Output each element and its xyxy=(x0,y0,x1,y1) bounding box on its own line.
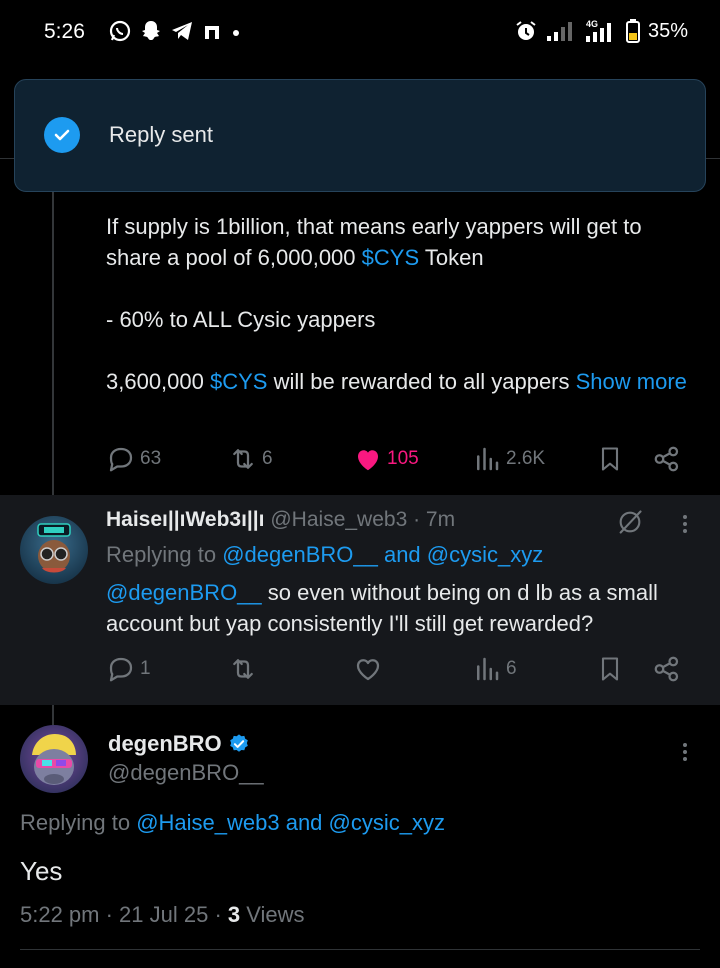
show-more-link[interactable]: Show more xyxy=(576,369,687,394)
reply-button[interactable]: 63 xyxy=(106,444,161,474)
check-circle-icon xyxy=(44,117,80,153)
user-handle[interactable]: @degenBRO__ xyxy=(108,760,264,786)
like-button[interactable]: 105 xyxy=(353,444,419,474)
avatar-image xyxy=(37,523,71,573)
telegram-icon xyxy=(172,22,192,40)
repost-button[interactable] xyxy=(228,654,258,684)
bookmark-icon xyxy=(601,447,619,471)
avatar[interactable] xyxy=(20,516,88,584)
app-n-icon xyxy=(205,26,219,39)
more-notifications-dot xyxy=(233,30,239,36)
parent-paragraph-3: 3,600,000 $CYS will be rewarded to all y… xyxy=(106,369,687,394)
main-author[interactable]: degenBRO xyxy=(108,731,250,757)
reply-icon xyxy=(109,657,133,682)
verified-badge-icon xyxy=(229,734,248,752)
reply-sent-toast[interactable]: Reply sent xyxy=(14,79,706,192)
more-options-icon[interactable] xyxy=(683,512,689,536)
bookmark-button[interactable] xyxy=(596,444,624,474)
parent-action-bar: 63 6 105 2.6K xyxy=(106,444,696,480)
views-button[interactable]: 6 xyxy=(472,654,517,684)
bookmark-icon xyxy=(601,657,619,681)
reply-icon xyxy=(109,447,133,472)
bookmark-button[interactable] xyxy=(596,654,624,684)
views-label: Views xyxy=(240,902,305,927)
whatsapp-icon xyxy=(109,20,131,42)
parent-paragraph-1: If supply is 1billion, that means early … xyxy=(106,214,642,270)
thread-line-top xyxy=(52,192,54,496)
avatar[interactable] xyxy=(20,725,88,793)
tweet-time: · 7m xyxy=(413,508,456,531)
grok-icon[interactable] xyxy=(616,508,644,536)
cashtag-link[interactable]: $CYS xyxy=(362,245,419,270)
alarm-icon xyxy=(516,21,536,40)
analytics-icon xyxy=(477,657,499,681)
views-button[interactable]: 2.6K xyxy=(472,444,545,474)
reply-button[interactable]: 1 xyxy=(106,654,151,684)
toast-message: Reply sent xyxy=(109,122,213,147)
share-button[interactable] xyxy=(652,654,682,684)
battery-percent: 35% xyxy=(647,19,688,42)
signal-4g-icon: 4G xyxy=(585,19,611,42)
mention-link[interactable]: @degenBRO__ xyxy=(106,580,262,605)
user-handle[interactable]: @Haise_web3 xyxy=(270,508,407,531)
parent-paragraph-2: - 60% to ALL Cysic yappers xyxy=(106,307,376,332)
share-button[interactable] xyxy=(652,444,682,474)
like-count: 105 xyxy=(387,448,419,469)
analytics-icon xyxy=(477,447,499,471)
views-count: 2.6K xyxy=(506,448,546,469)
repost-icon xyxy=(233,449,253,469)
system-icons: 4G 35% xyxy=(514,19,688,43)
heart-filled-icon xyxy=(358,450,378,471)
notification-icons xyxy=(108,19,242,43)
signal-icon-1 xyxy=(546,22,572,41)
replying-to-line: Replying to @degenBRO__ and @cysic_xyz xyxy=(106,542,544,567)
reply-count: 1 xyxy=(140,658,151,679)
views-count[interactable]: 3 xyxy=(228,902,240,927)
display-name[interactable]: Haiseı||ıWeb3ı||ı xyxy=(106,508,265,531)
heart-outline-icon xyxy=(356,659,380,681)
parent-tweet-text: If supply is 1billion, that means early … xyxy=(106,211,696,397)
svg-text:4G: 4G xyxy=(586,19,598,29)
like-button[interactable] xyxy=(353,654,383,684)
cashtag-link[interactable]: $CYS xyxy=(210,369,267,394)
reply-tweet-text: @degenBRO__ so even without being on d l… xyxy=(106,580,658,636)
views-count: 6 xyxy=(506,658,517,679)
status-time: 5:26 xyxy=(44,20,85,43)
display-name[interactable]: degenBRO xyxy=(108,731,222,757)
repost-icon xyxy=(233,659,253,679)
repost-button[interactable]: 6 xyxy=(228,444,273,474)
replying-to-users[interactable]: @degenBRO__ and @cysic_xyz xyxy=(222,542,543,567)
snapchat-icon xyxy=(142,21,160,40)
meta-divider xyxy=(20,949,700,950)
share-icon xyxy=(654,656,679,682)
reply-header: Haiseı||ıWeb3ı||ı @Haise_web3 · 7m xyxy=(106,508,455,532)
reply-count: 63 xyxy=(140,448,162,469)
more-options-icon[interactable] xyxy=(683,740,689,764)
battery-icon xyxy=(625,19,640,43)
main-tweet-text: Yes xyxy=(20,856,63,886)
reply-action-bar: 1 6 xyxy=(106,654,696,690)
status-bar: 5:26 4G 35% xyxy=(0,0,720,64)
replying-to-line: Replying to @Haise_web3 and @cysic_xyz xyxy=(20,810,445,835)
tweet-timestamp: 5:22 pm · 21 Jul 25 · xyxy=(20,902,228,927)
tweet-meta: 5:22 pm · 21 Jul 25 · 3 Views xyxy=(20,902,305,928)
share-icon xyxy=(654,446,679,472)
replying-to-users[interactable]: @Haise_web3 and @cysic_xyz xyxy=(136,810,445,835)
avatar-image xyxy=(32,733,76,785)
repost-count: 6 xyxy=(262,448,273,469)
